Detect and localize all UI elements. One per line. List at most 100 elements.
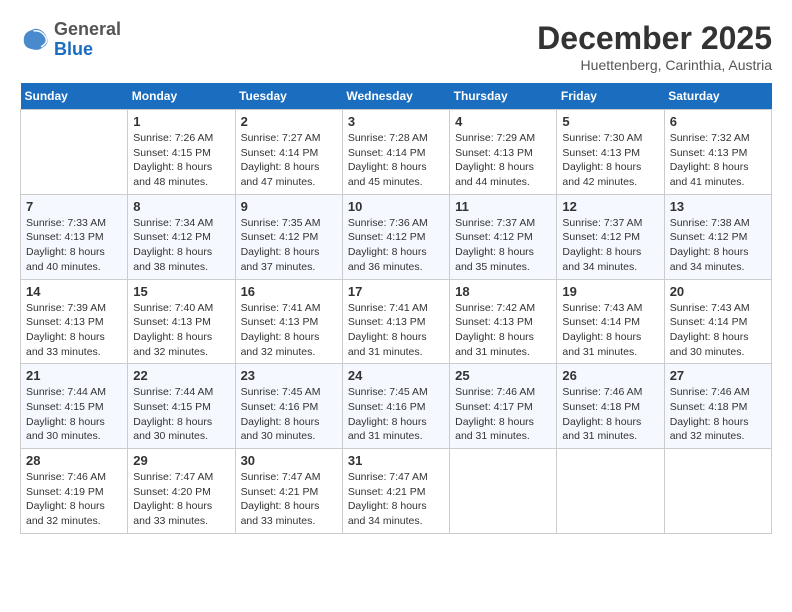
calendar-cell: 22 Sunrise: 7:44 AMSunset: 4:15 PMDayligh…	[128, 364, 235, 449]
day-info: Sunrise: 7:37 AMSunset: 4:12 PMDaylight:…	[455, 216, 551, 275]
day-number: 23	[241, 368, 337, 383]
day-info: Sunrise: 7:45 AMSunset: 4:16 PMDaylight:…	[241, 385, 337, 444]
calendar-cell: 1Sunrise: 7:26 AMSunset: 4:15 PMDaylight…	[128, 110, 235, 195]
calendar-cell: 9Sunrise: 7:35 AMSunset: 4:12 PMDaylight…	[235, 194, 342, 279]
calendar-cell: 31 Sunrise: 7:47 AMSunset: 4:21 PMDayligh…	[342, 449, 449, 534]
calendar-header-row: SundayMondayTuesdayWednesdayThursdayFrid…	[21, 83, 772, 110]
day-number: 13	[670, 199, 766, 214]
day-number: 26	[562, 368, 658, 383]
weekday-header: Wednesday	[342, 83, 449, 110]
day-number: 8	[133, 199, 229, 214]
day-number: 30	[241, 453, 337, 468]
day-info: Sunrise: 7:41 AMSunset: 4:13 PMDaylight:…	[348, 301, 444, 360]
calendar-cell: 23 Sunrise: 7:45 AMSunset: 4:16 PMDayligh…	[235, 364, 342, 449]
logo-icon	[20, 25, 50, 55]
day-number: 15	[133, 284, 229, 299]
calendar-cell: 13 Sunrise: 7:38 AMSunset: 4:12 PMDayligh…	[664, 194, 771, 279]
day-info: Sunrise: 7:30 AMSunset: 4:13 PMDaylight:…	[562, 131, 658, 190]
day-info: Sunrise: 7:36 AMSunset: 4:12 PMDaylight:…	[348, 216, 444, 275]
day-number: 2	[241, 114, 337, 129]
calendar-cell: 30 Sunrise: 7:47 AMSunset: 4:21 PMDayligh…	[235, 449, 342, 534]
day-info: Sunrise: 7:46 AMSunset: 4:17 PMDaylight:…	[455, 385, 551, 444]
calendar-week-row: 1Sunrise: 7:26 AMSunset: 4:15 PMDaylight…	[21, 110, 772, 195]
logo-general: General	[54, 19, 121, 39]
day-info: Sunrise: 7:46 AMSunset: 4:18 PMDaylight:…	[562, 385, 658, 444]
day-info: Sunrise: 7:28 AMSunset: 4:14 PMDaylight:…	[348, 131, 444, 190]
day-info: Sunrise: 7:47 AMSunset: 4:21 PMDaylight:…	[241, 470, 337, 529]
calendar-cell	[664, 449, 771, 534]
calendar-cell: 3 Sunrise: 7:28 AMSunset: 4:14 PMDaylight…	[342, 110, 449, 195]
day-info: Sunrise: 7:43 AMSunset: 4:14 PMDaylight:…	[562, 301, 658, 360]
day-info: Sunrise: 7:47 AMSunset: 4:21 PMDaylight:…	[348, 470, 444, 529]
day-info: Sunrise: 7:43 AMSunset: 4:14 PMDaylight:…	[670, 301, 766, 360]
day-info: Sunrise: 7:29 AMSunset: 4:13 PMDaylight:…	[455, 131, 551, 190]
day-number: 18	[455, 284, 551, 299]
day-number: 14	[26, 284, 122, 299]
calendar-cell: 27Sunrise: 7:46 AMSunset: 4:18 PMDayligh…	[664, 364, 771, 449]
calendar-cell: 14 Sunrise: 7:39 AMSunset: 4:13 PMDayligh…	[21, 279, 128, 364]
calendar-week-row: 14 Sunrise: 7:39 AMSunset: 4:13 PMDayligh…	[21, 279, 772, 364]
day-number: 17	[348, 284, 444, 299]
weekday-header: Thursday	[450, 83, 557, 110]
calendar-cell: 15Sunrise: 7:40 AMSunset: 4:13 PMDayligh…	[128, 279, 235, 364]
day-number: 22	[133, 368, 229, 383]
day-number: 27	[670, 368, 766, 383]
day-number: 25	[455, 368, 551, 383]
calendar-cell: 8 Sunrise: 7:34 AMSunset: 4:12 PMDaylight…	[128, 194, 235, 279]
calendar-cell	[450, 449, 557, 534]
day-info: Sunrise: 7:39 AMSunset: 4:13 PMDaylight:…	[26, 301, 122, 360]
calendar-cell: 26 Sunrise: 7:46 AMSunset: 4:18 PMDayligh…	[557, 364, 664, 449]
calendar-cell: 6Sunrise: 7:32 AMSunset: 4:13 PMDaylight…	[664, 110, 771, 195]
day-number: 19	[562, 284, 658, 299]
location: Huettenberg, Carinthia, Austria	[537, 57, 772, 73]
day-number: 10	[348, 199, 444, 214]
day-info: Sunrise: 7:46 AMSunset: 4:19 PMDaylight:…	[26, 470, 122, 529]
calendar-cell: 16Sunrise: 7:41 AMSunset: 4:13 PMDayligh…	[235, 279, 342, 364]
day-number: 1	[133, 114, 229, 129]
day-number: 11	[455, 199, 551, 214]
weekday-header: Saturday	[664, 83, 771, 110]
weekday-header: Friday	[557, 83, 664, 110]
day-number: 4	[455, 114, 551, 129]
day-number: 24	[348, 368, 444, 383]
day-info: Sunrise: 7:38 AMSunset: 4:12 PMDaylight:…	[670, 216, 766, 275]
day-number: 7	[26, 199, 122, 214]
day-info: Sunrise: 7:45 AMSunset: 4:16 PMDaylight:…	[348, 385, 444, 444]
calendar-cell: 5 Sunrise: 7:30 AMSunset: 4:13 PMDaylight…	[557, 110, 664, 195]
calendar-cell: 12Sunrise: 7:37 AMSunset: 4:12 PMDayligh…	[557, 194, 664, 279]
calendar-cell: 19 Sunrise: 7:43 AMSunset: 4:14 PMDayligh…	[557, 279, 664, 364]
calendar-cell: 4 Sunrise: 7:29 AMSunset: 4:13 PMDaylight…	[450, 110, 557, 195]
calendar-cell: 17 Sunrise: 7:41 AMSunset: 4:13 PMDayligh…	[342, 279, 449, 364]
calendar-cell	[557, 449, 664, 534]
weekday-header: Tuesday	[235, 83, 342, 110]
calendar-cell: 2 Sunrise: 7:27 AMSunset: 4:14 PMDaylight…	[235, 110, 342, 195]
calendar-cell: 10 Sunrise: 7:36 AMSunset: 4:12 PMDayligh…	[342, 194, 449, 279]
calendar-cell: 20 Sunrise: 7:43 AMSunset: 4:14 PMDayligh…	[664, 279, 771, 364]
day-info: Sunrise: 7:42 AMSunset: 4:13 PMDaylight:…	[455, 301, 551, 360]
page-header: General Blue December 2025 Huettenberg, …	[20, 20, 772, 73]
day-number: 31	[348, 453, 444, 468]
calendar-week-row: 21 Sunrise: 7:44 AMSunset: 4:15 PMDayligh…	[21, 364, 772, 449]
day-info: Sunrise: 7:44 AMSunset: 4:15 PMDaylight:…	[133, 385, 229, 444]
day-info: Sunrise: 7:27 AMSunset: 4:14 PMDaylight:…	[241, 131, 337, 190]
calendar-cell: 21 Sunrise: 7:44 AMSunset: 4:15 PMDayligh…	[21, 364, 128, 449]
day-number: 3	[348, 114, 444, 129]
calendar-cell: 25 Sunrise: 7:46 AMSunset: 4:17 PMDayligh…	[450, 364, 557, 449]
day-info: Sunrise: 7:37 AMSunset: 4:12 PMDaylight:…	[562, 216, 658, 275]
logo-text: General Blue	[54, 20, 121, 60]
day-info: Sunrise: 7:34 AMSunset: 4:12 PMDaylight:…	[133, 216, 229, 275]
day-number: 21	[26, 368, 122, 383]
day-info: Sunrise: 7:44 AMSunset: 4:15 PMDaylight:…	[26, 385, 122, 444]
logo: General Blue	[20, 20, 121, 60]
calendar-week-row: 7 Sunrise: 7:33 AMSunset: 4:13 PMDaylight…	[21, 194, 772, 279]
calendar-cell: 24 Sunrise: 7:45 AMSunset: 4:16 PMDayligh…	[342, 364, 449, 449]
calendar-cell: 18 Sunrise: 7:42 AMSunset: 4:13 PMDayligh…	[450, 279, 557, 364]
day-number: 16	[241, 284, 337, 299]
calendar: SundayMondayTuesdayWednesdayThursdayFrid…	[20, 83, 772, 534]
calendar-cell: 28Sunrise: 7:46 AMSunset: 4:19 PMDayligh…	[21, 449, 128, 534]
day-number: 6	[670, 114, 766, 129]
day-number: 5	[562, 114, 658, 129]
day-info: Sunrise: 7:33 AMSunset: 4:13 PMDaylight:…	[26, 216, 122, 275]
day-number: 20	[670, 284, 766, 299]
day-number: 29	[133, 453, 229, 468]
